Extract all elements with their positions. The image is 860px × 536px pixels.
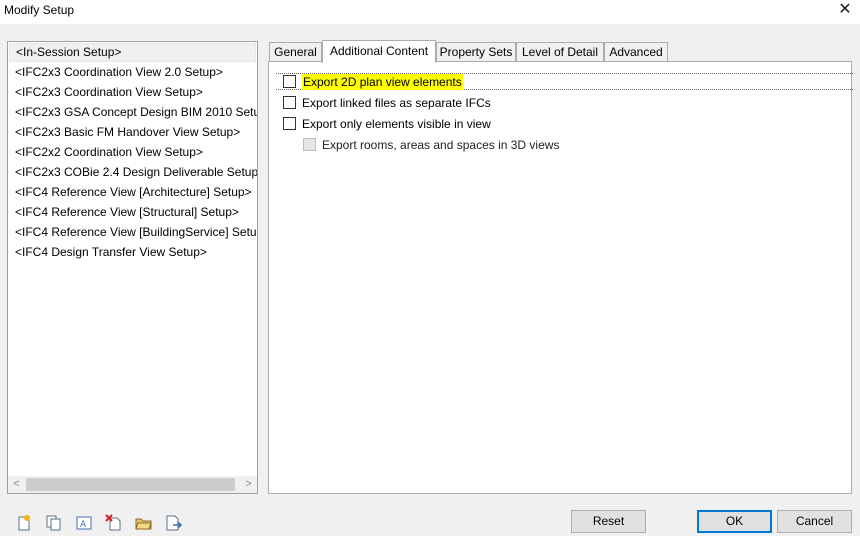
tab-advanced[interactable]: Advanced [604,42,668,62]
tab-additional-content[interactable]: Additional Content [322,40,436,63]
tab-panel-additional-content: Export 2D plan view elements Export link… [268,61,853,494]
cancel-button[interactable]: Cancel [777,510,852,533]
export-linked-checkbox[interactable] [283,96,296,109]
setup-item[interactable]: <IFC4 Design Transfer View Setup> [8,242,257,262]
scroll-right-icon[interactable]: > [240,476,257,493]
reset-button[interactable]: Reset [571,510,646,533]
setup-item[interactable]: <IFC2x2 Coordination View Setup> [8,142,257,162]
close-icon[interactable]: ✕ [834,0,856,22]
setup-item[interactable]: <IFC4 Reference View [BuildingService] S… [8,222,257,242]
duplicate-setup-icon[interactable] [45,514,63,532]
setup-item[interactable]: <IFC2x3 GSA Concept Design BIM 2010 Setu… [8,102,257,122]
title-bar: Modify Setup ✕ [0,0,860,24]
ok-button[interactable]: OK [697,510,772,533]
export-2d-label[interactable]: Export 2D plan view elements [302,74,463,90]
delete-setup-icon[interactable] [105,514,123,532]
tab-general[interactable]: General [269,42,322,62]
setup-item[interactable]: <IFC2x3 COBie 2.4 Design Deliverable Set… [8,162,257,182]
tab-property-sets[interactable]: Property Sets [436,42,516,62]
export-visible-checkbox[interactable] [283,117,296,130]
setup-item[interactable]: <IFC4 Reference View [Structural] Setup> [8,202,257,222]
window-title: Modify Setup [4,3,75,17]
setup-item[interactable]: <IFC2x3 Coordination View Setup> [8,82,257,102]
export-setup-icon[interactable] [165,514,183,532]
tab-level-of-detail[interactable]: Level of Detail [516,42,604,62]
export-2d-checkbox[interactable] [283,75,296,88]
svg-text:A: A [80,520,87,530]
horizontal-scrollbar[interactable]: < > [8,476,257,493]
setup-item-in-session[interactable]: <In-Session Setup> [9,43,256,62]
import-setup-icon[interactable] [135,514,153,532]
scroll-left-icon[interactable]: < [8,476,25,493]
export-visible-label[interactable]: Export only elements visible in view [302,116,491,132]
export-rooms-checkbox [303,138,316,151]
export-rooms-label: Export rooms, areas and spaces in 3D vie… [322,138,560,152]
export-linked-label[interactable]: Export linked files as separate IFCs [302,95,491,111]
scrollbar-thumb[interactable] [26,478,235,491]
rename-setup-icon[interactable]: A [75,514,93,532]
setup-item[interactable]: <IFC2x3 Coordination View 2.0 Setup> [8,62,257,82]
new-setup-icon[interactable] [16,514,34,532]
setup-item[interactable]: <IFC4 Reference View [Architecture] Setu… [8,182,257,202]
setup-item[interactable]: <IFC2x3 Basic FM Handover View Setup> [8,122,257,142]
setup-list[interactable]: <In-Session Setup> <IFC2x3 Coordination … [7,41,258,494]
